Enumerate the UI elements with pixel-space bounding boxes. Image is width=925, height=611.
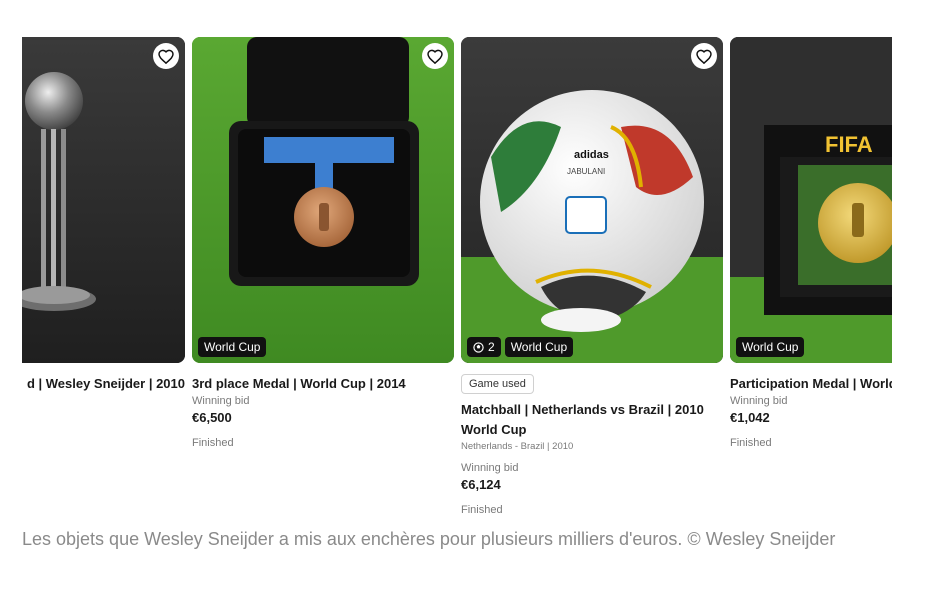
trophy-image bbox=[22, 37, 185, 363]
winning-price: €6,124 bbox=[461, 477, 501, 492]
ball-count-icon bbox=[473, 341, 484, 353]
frame-text: FIFA bbox=[825, 132, 873, 157]
category-tag: World Cup bbox=[504, 337, 574, 357]
favorite-button[interactable] bbox=[422, 43, 448, 69]
item-photo bbox=[22, 37, 185, 363]
matchball-image: adidas JABULANI bbox=[461, 37, 723, 363]
heart-icon bbox=[427, 49, 443, 64]
item-count-tag: 2 bbox=[467, 337, 501, 357]
auction-status: Finished bbox=[461, 504, 503, 516]
auction-status: Finished bbox=[730, 437, 772, 449]
item-count: 2 bbox=[488, 340, 495, 354]
winning-price: €6,500 bbox=[192, 410, 232, 425]
heart-icon bbox=[158, 49, 174, 64]
auction-card[interactable]: d | Wesley Sneijder | 2010 bbox=[22, 37, 185, 394]
auction-card[interactable]: adidas JABULANI 2 World Cup Game used Ma… bbox=[461, 37, 723, 518]
favorite-button[interactable] bbox=[153, 43, 179, 69]
category-tag: World Cup bbox=[198, 337, 267, 357]
bid-label: Winning bid bbox=[461, 462, 519, 474]
item-title[interactable]: 3rd place Medal | World Cup | 2014 bbox=[192, 374, 454, 394]
bid-label: Winning bid bbox=[730, 395, 788, 407]
item-title[interactable]: Matchball | Netherlands vs Brazil | 2010… bbox=[461, 400, 723, 440]
auction-status: Finished bbox=[192, 437, 234, 449]
framed-medal-image: FIFA bbox=[730, 37, 892, 363]
auction-card[interactable]: World Cup 3rd place Medal | World Cup | … bbox=[192, 37, 454, 451]
item-title[interactable]: Participation Medal | World Cup bbox=[730, 374, 892, 394]
ball-brand: adidas bbox=[574, 149, 609, 161]
item-photo: adidas JABULANI 2 World Cup bbox=[461, 37, 723, 363]
heart-icon bbox=[696, 49, 712, 64]
item-title[interactable]: d | Wesley Sneijder | 2010 bbox=[22, 374, 185, 394]
favorite-button[interactable] bbox=[691, 43, 717, 69]
item-photo: World Cup bbox=[192, 37, 454, 363]
photo-caption: Les objets que Wesley Sneijder a mis aux… bbox=[22, 529, 836, 549]
category-tag: World Cup bbox=[736, 337, 805, 357]
game-used-badge: Game used bbox=[461, 374, 534, 394]
ball-name: JABULANI bbox=[567, 167, 605, 176]
item-photo: FIFA World Cup bbox=[730, 37, 892, 363]
auction-card[interactable]: FIFA World Cup Participation Medal | Wor… bbox=[730, 37, 892, 451]
winning-price: €1,042 bbox=[730, 410, 770, 425]
bid-label: Winning bid bbox=[192, 395, 250, 407]
auction-carousel: d | Wesley Sneijder | 2010 World Cup 3rd… bbox=[22, 37, 892, 537]
item-subtitle: Netherlands - Brazil | 2010 bbox=[461, 441, 574, 452]
medal-image bbox=[192, 37, 454, 363]
